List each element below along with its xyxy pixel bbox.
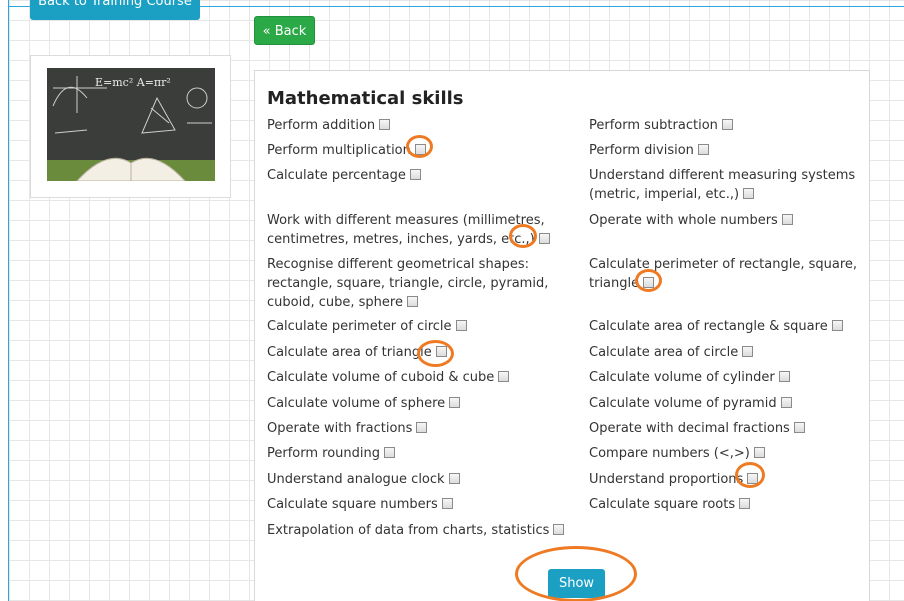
skill-item: Calculate volume of sphere: [267, 394, 567, 413]
annotation-circle: [735, 462, 765, 488]
skill-label: Calculate volume of cylinder: [589, 370, 775, 385]
skill-label: Operate with fractions: [267, 421, 413, 436]
skill-checkbox[interactable]: [780, 397, 792, 408]
skill-item: Operate with fractions: [267, 419, 567, 438]
annotation-circle: [515, 546, 637, 601]
back-button[interactable]: « Back: [254, 16, 315, 45]
skill-label: Operate with decimal fractions: [589, 421, 790, 436]
skill-item: Compare numbers (<,>): [589, 444, 859, 463]
annotation-circle: [417, 340, 454, 367]
skill-item: Perform division: [589, 141, 859, 160]
skill-checkbox[interactable]: [697, 144, 709, 155]
skill-item: Understand different measuring systems (…: [589, 166, 859, 204]
skill-checkbox[interactable]: [409, 169, 421, 180]
skill-checkbox[interactable]: [379, 119, 391, 130]
course-image-card: E=mc² A=πr²: [30, 55, 231, 198]
skill-label: Perform multiplication: [267, 143, 411, 158]
skill-checkbox[interactable]: [538, 233, 550, 244]
skill-label: Calculate volume of cuboid & cube: [267, 370, 495, 385]
skill-label: Calculate area of rectangle & square: [589, 319, 828, 334]
skill-item: Calculate square numbers: [267, 495, 567, 514]
skill-label: Work with different measures (millimetre…: [267, 213, 545, 247]
skill-label: Calculate square roots: [589, 497, 736, 512]
annotation-circle: [406, 135, 433, 158]
skill-label: Perform division: [589, 143, 694, 158]
skill-label: Understand proportions: [589, 472, 744, 487]
skill-item: Calculate perimeter of rectangle, square…: [589, 255, 859, 293]
skill-item: Calculate volume of cuboid & cube: [267, 368, 567, 387]
skill-item: Calculate area of rectangle & square: [589, 317, 859, 336]
skill-item: Understand proportions: [589, 470, 859, 489]
skill-checkbox[interactable]: [743, 188, 755, 199]
skill-checkbox[interactable]: [384, 447, 396, 458]
skill-label: Calculate volume of pyramid: [589, 396, 777, 411]
skill-checkbox[interactable]: [553, 524, 565, 535]
skill-item: Calculate square roots: [589, 495, 859, 514]
skill-item: Calculate area of circle: [589, 343, 859, 362]
skills-panel: Mathematical skills Perform addition Perf…: [254, 70, 870, 601]
skill-checkbox[interactable]: [739, 498, 751, 509]
annotation-circle: [635, 269, 662, 292]
skill-item: Calculate perimeter of circle: [267, 317, 567, 336]
panel-title: Mathematical skills: [267, 88, 464, 109]
skill-item: Operate with whole numbers: [589, 211, 859, 230]
skill-checkbox[interactable]: [721, 119, 733, 130]
skill-label: Calculate area of circle: [589, 345, 739, 360]
skill-item: Perform rounding: [267, 444, 567, 463]
skill-label: Operate with whole numbers: [589, 213, 778, 228]
skill-label: Calculate square numbers: [267, 497, 438, 512]
skill-label: Extrapolation of data from charts, stati…: [267, 523, 550, 538]
skill-item: Calculate percentage: [267, 166, 567, 185]
skill-checkbox[interactable]: [448, 473, 460, 484]
skill-checkbox[interactable]: [753, 447, 765, 458]
skill-item: Recognise different geometrical shapes: …: [267, 255, 567, 312]
skill-item: Perform addition: [267, 116, 567, 135]
chalkboard-image: E=mc² A=πr²: [47, 68, 215, 181]
skill-checkbox[interactable]: [793, 422, 805, 433]
skill-label: Calculate perimeter of circle: [267, 319, 452, 334]
skill-item: Understand analogue clock: [267, 470, 567, 489]
skill-checkbox[interactable]: [778, 371, 790, 382]
skill-label: Calculate volume of sphere: [267, 396, 446, 411]
skill-checkbox[interactable]: [416, 422, 428, 433]
skill-item: Operate with decimal fractions: [589, 419, 859, 438]
skill-item: Calculate volume of cylinder: [589, 368, 859, 387]
formula-text: E=mc² A=πr²: [95, 76, 171, 89]
skill-label: Perform subtraction: [589, 118, 718, 133]
chalkboard-drawing: E=mc² A=πr²: [47, 68, 215, 181]
skill-checkbox[interactable]: [406, 296, 418, 307]
skill-checkbox[interactable]: [441, 498, 453, 509]
back-to-course-button[interactable]: Back to Training Course: [30, 0, 200, 20]
skill-checkbox[interactable]: [831, 320, 843, 331]
skill-item: Perform subtraction: [589, 116, 859, 135]
skill-label: Understand analogue clock: [267, 472, 445, 487]
skill-label: Calculate percentage: [267, 168, 406, 183]
skill-label: Perform addition: [267, 118, 376, 133]
skill-item: Extrapolation of data from charts, stati…: [267, 521, 587, 540]
skill-checkbox[interactable]: [455, 320, 467, 331]
annotation-circle: [509, 224, 537, 248]
skill-checkbox[interactable]: [449, 397, 461, 408]
skill-checkbox[interactable]: [781, 214, 793, 225]
skill-label: Understand different measuring systems (…: [589, 168, 856, 202]
skill-label: Compare numbers (<,>): [589, 446, 750, 461]
skill-label: Calculate area of triangle: [267, 345, 432, 360]
skill-item: Calculate volume of pyramid: [589, 394, 859, 413]
skill-label: Perform rounding: [267, 446, 381, 461]
skill-checkbox[interactable]: [498, 371, 510, 382]
skill-checkbox[interactable]: [742, 346, 754, 357]
skill-label: Calculate perimeter of rectangle, square…: [589, 257, 858, 291]
